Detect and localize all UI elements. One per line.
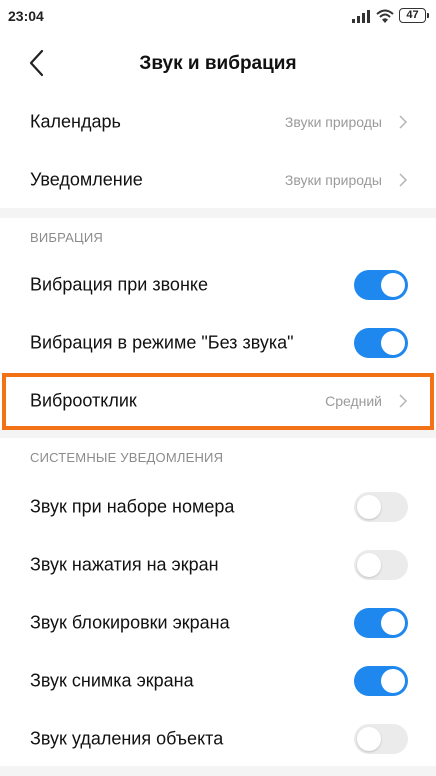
dial-pad-sound-row: Звук при наборе номера (0, 478, 436, 536)
row-label: Виброотклик (30, 390, 137, 411)
row-label: Звук при наборе номера (30, 496, 235, 517)
touch-sound-row: Звук нажатия на экран (0, 536, 436, 594)
lock-sound-toggle[interactable] (354, 608, 408, 638)
ring-vibration-toggle[interactable] (354, 270, 408, 300)
silent-vibration-row: Вибрация в режиме "Без звука" (0, 314, 436, 372)
chevron-right-icon (399, 394, 408, 408)
notification-sound-row[interactable]: Уведомление Звуки природы (0, 151, 436, 209)
row-label: Уведомление (30, 169, 143, 190)
section-title: ВИБРАЦИЯ (30, 230, 103, 245)
row-value: Средний (325, 393, 382, 409)
row-label: Вибрация при звонке (30, 274, 208, 295)
section-title: СИСТЕМНЫЕ УВЕДОМЛЕНИЯ (30, 450, 224, 465)
signal-icon (352, 10, 370, 23)
bottom-divider (0, 766, 436, 776)
screenshot-sound-row: Звук снимка экрана (0, 652, 436, 710)
row-label: Календарь (30, 111, 121, 132)
silent-vibration-toggle[interactable] (354, 328, 408, 358)
row-value: Звуки природы (284, 172, 382, 188)
delete-sound-row: Звук удаления объекта (0, 710, 436, 768)
status-bar: 23:04 47 (0, 0, 436, 32)
row-label: Звук нажатия на экран (30, 554, 219, 575)
battery-icon: 47 (399, 8, 429, 23)
section-divider (0, 208, 436, 218)
ring-vibration-row: Вибрация при звонке (0, 256, 436, 314)
row-label: Вибрация в режиме "Без звука" (30, 332, 294, 353)
row-label: Звук блокировки экрана (30, 612, 230, 633)
page-title: Звук и вибрация (139, 53, 297, 74)
chevron-right-icon (399, 173, 408, 187)
touch-sound-toggle[interactable] (354, 550, 408, 580)
title-bar: Звук и вибрация (0, 32, 436, 94)
section-header-vibration: ВИБРАЦИЯ (0, 218, 436, 256)
calendar-sound-row[interactable]: Календарь Звуки природы (0, 93, 436, 151)
haptic-feedback-row[interactable]: Виброотклик Средний (0, 372, 436, 430)
section-header-system: СИСТЕМНЫЕ УВЕДОМЛЕНИЯ (0, 438, 436, 476)
delete-sound-toggle[interactable] (354, 724, 408, 754)
dial-pad-sound-toggle[interactable] (354, 492, 408, 522)
row-label: Звук удаления объекта (30, 728, 224, 749)
row-value: Звуки природы (284, 114, 382, 130)
row-label: Звук снимка экрана (30, 670, 194, 691)
lock-sound-row: Звук блокировки экрана (0, 594, 436, 652)
status-time: 23:04 (8, 8, 44, 24)
screenshot-sound-toggle[interactable] (354, 666, 408, 696)
chevron-right-icon (399, 115, 408, 129)
section-divider (0, 430, 436, 438)
wifi-icon (376, 9, 394, 23)
